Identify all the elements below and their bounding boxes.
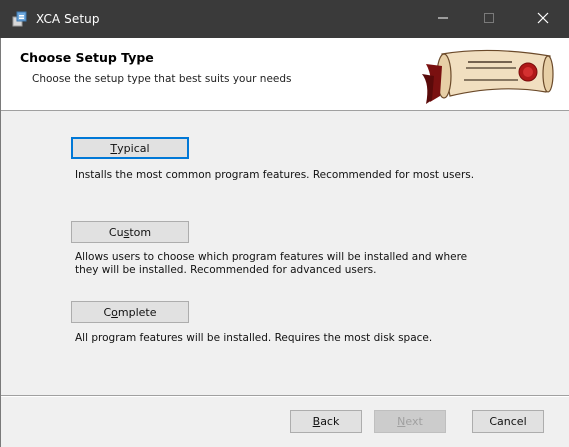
custom-description-line1: Allows users to choose which program fea… xyxy=(75,251,468,263)
installer-icon xyxy=(12,11,28,27)
header-banner: Choose Setup Type Choose the setup type … xyxy=(0,38,569,111)
next-button[interactable]: Next xyxy=(374,410,446,433)
complete-button-label-post: mplete xyxy=(117,305,157,319)
page-title: Choose Setup Type xyxy=(20,50,154,65)
minimize-button[interactable] xyxy=(420,0,466,38)
title-bar[interactable]: XCA Setup xyxy=(0,0,569,38)
window-title: XCA Setup xyxy=(36,12,100,26)
back-button-label: ack xyxy=(320,415,340,428)
maximize-icon xyxy=(483,12,495,27)
complete-button-mnemonic: o xyxy=(111,305,118,319)
setup-window: XCA Setup Choose Setup Type Choose the s… xyxy=(0,0,569,447)
close-icon xyxy=(537,12,549,27)
custom-button-label-post: tom xyxy=(129,225,152,239)
setup-options: Typical Installs the most common program… xyxy=(0,111,569,393)
typical-button-mnemonic: T xyxy=(110,141,118,155)
typical-button-label: ypical xyxy=(117,141,150,155)
complete-description: All program features will be installed. … xyxy=(75,332,433,344)
complete-button[interactable]: Co mplete xyxy=(71,301,189,323)
complete-button-label-pre: C xyxy=(103,305,112,319)
window-left-border xyxy=(0,38,1,447)
cancel-button[interactable]: Cancel xyxy=(472,410,544,433)
next-button-label: ext xyxy=(405,415,423,428)
next-button-mnemonic: N xyxy=(397,415,406,428)
close-button[interactable] xyxy=(520,0,566,38)
typical-button[interactable]: Typical xyxy=(71,137,189,159)
custom-description: Allows users to choose which program fea… xyxy=(75,251,535,277)
custom-description-line2: they will be installed. Recommended for … xyxy=(75,264,377,276)
minimize-icon xyxy=(437,12,449,27)
back-button[interactable]: Back xyxy=(290,410,362,433)
custom-button-label-pre: Cu xyxy=(108,225,124,239)
typical-description: Installs the most common program feature… xyxy=(75,169,475,181)
back-button-mnemonic: B xyxy=(312,415,321,428)
maximize-button[interactable] xyxy=(466,0,512,38)
footer-divider-highlight xyxy=(0,396,569,397)
page-subtitle: Choose the setup type that best suits yo… xyxy=(32,73,292,85)
custom-button[interactable]: Cu s tom xyxy=(71,221,189,243)
certificate-scroll-art xyxy=(420,44,560,106)
